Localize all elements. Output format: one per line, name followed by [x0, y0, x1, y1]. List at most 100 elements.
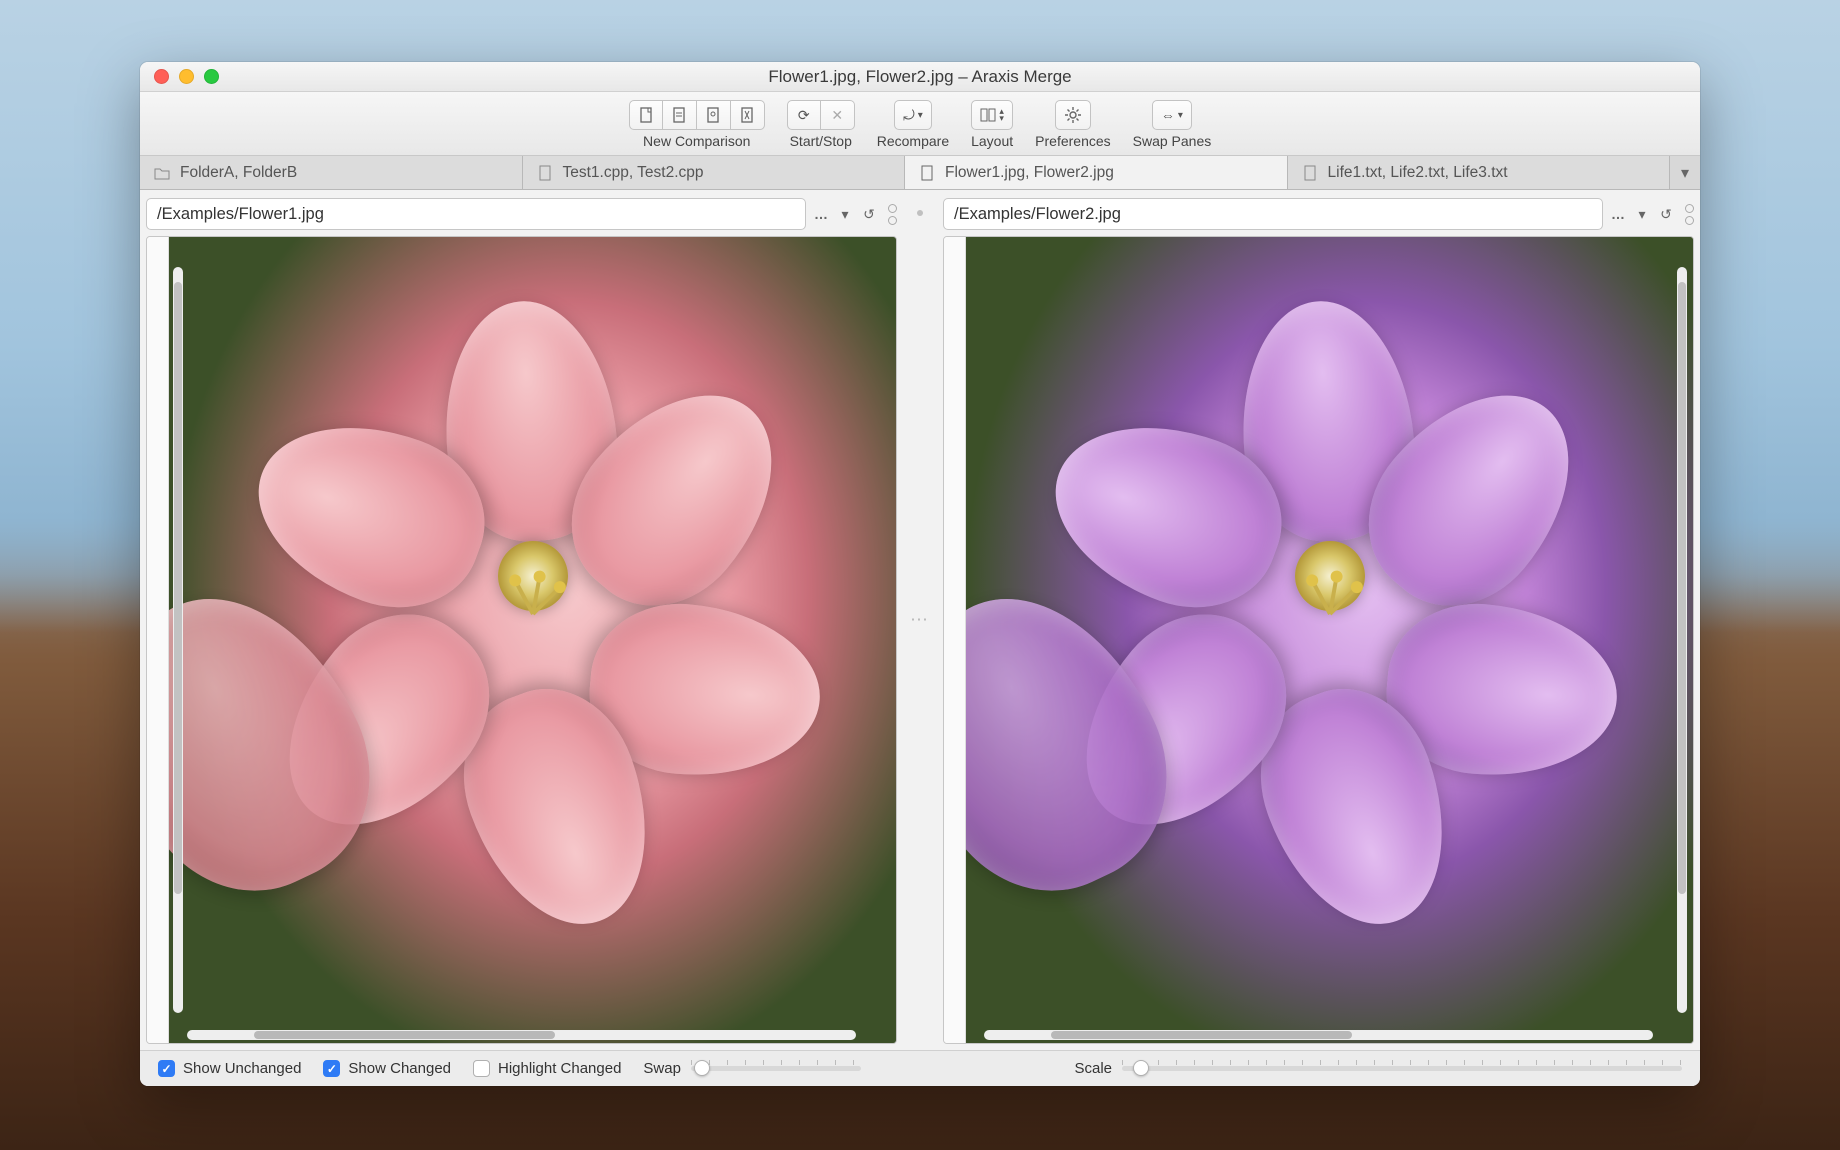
chevron-down-icon: ▾ — [1681, 163, 1689, 183]
swap-panes-button[interactable]: ⇔▾ — [1152, 100, 1192, 130]
swap-icon: ⇔ — [1161, 107, 1175, 123]
scale-slider[interactable] — [1122, 1066, 1682, 1071]
left-path-input[interactable] — [146, 198, 806, 230]
traffic-lights — [154, 69, 219, 84]
vertical-scrollbar[interactable] — [173, 267, 183, 1013]
path-history-button[interactable]: ↺ — [1657, 205, 1675, 223]
toolbar-label: Swap Panes — [1133, 133, 1212, 149]
chevron-down-icon: ▾ — [841, 206, 848, 223]
center-divider: ⋯ — [903, 194, 937, 1050]
left-path-row: … ▾ ↺ — [146, 198, 897, 230]
link-indicator-icon — [917, 210, 923, 216]
show-changed-checkbox[interactable]: Show Changed — [323, 1060, 451, 1077]
toolbar-group-layout: ▴▾ Layout — [971, 100, 1013, 149]
path-dropdown-button[interactable]: ▾ — [1633, 205, 1651, 223]
highlight-changed-checkbox[interactable]: Highlight Changed — [473, 1060, 621, 1077]
new-text-comparison-button[interactable] — [629, 100, 663, 130]
toolbar: New Comparison ⟳ ✕ Start/Stop ⤾▾ Recompa… — [140, 92, 1700, 156]
right-image-viewer[interactable] — [943, 236, 1694, 1044]
new-image-comparison-button[interactable] — [697, 100, 731, 130]
horizontal-scrollbar[interactable] — [984, 1030, 1653, 1040]
tab-cpp[interactable]: Test1.cpp, Test2.cpp — [523, 156, 906, 189]
left-image — [169, 237, 896, 1043]
tab-folders[interactable]: FolderA, FolderB — [140, 156, 523, 189]
slider-label: Swap — [643, 1060, 681, 1077]
stop-button[interactable]: ✕ — [821, 100, 855, 130]
new-binary-comparison-button[interactable] — [731, 100, 765, 130]
path-history-button[interactable]: ↺ — [860, 205, 878, 223]
path-dropdown-button[interactable]: ▾ — [836, 205, 854, 223]
tab-label: Life1.txt, Life2.txt, Life3.txt — [1328, 164, 1508, 182]
history-icon: ↺ — [1660, 206, 1672, 223]
swap-slider[interactable] — [691, 1066, 861, 1071]
divider-grip-icon[interactable]: ⋯ — [910, 610, 930, 631]
vertical-ruler — [944, 237, 966, 1043]
tab-label: Flower1.jpg, Flower2.jpg — [945, 164, 1114, 182]
checkbox-label: Highlight Changed — [498, 1060, 621, 1077]
titlebar: Flower1.jpg, Flower2.jpg – Araxis Merge — [140, 62, 1700, 92]
recompare-icon: ⤾ — [903, 107, 915, 124]
vertical-ruler — [147, 237, 169, 1043]
maximize-button[interactable] — [204, 69, 219, 84]
right-path-row: … ▾ ↺ — [943, 198, 1694, 230]
toolbar-group-preferences: Preferences — [1035, 100, 1110, 149]
toolbar-group-swap-panes: ⇔▾ Swap Panes — [1133, 100, 1212, 149]
slider-label: Scale — [1074, 1060, 1112, 1077]
right-path-input[interactable] — [943, 198, 1603, 230]
bottom-bar: Show Unchanged Show Changed Highlight Ch… — [140, 1050, 1700, 1086]
stop-icon: ✕ — [831, 107, 843, 124]
document-icon — [919, 165, 935, 181]
toolbar-group-recompare: ⤾▾ Recompare — [877, 100, 949, 149]
right-pane: … ▾ ↺ — [937, 194, 1700, 1050]
tab-label: FolderA, FolderB — [180, 164, 297, 182]
window-title: Flower1.jpg, Flower2.jpg – Araxis Merge — [140, 67, 1700, 87]
tab-label: Test1.cpp, Test2.cpp — [563, 164, 704, 182]
toolbar-label: New Comparison — [643, 133, 750, 149]
right-image — [966, 237, 1693, 1043]
recompare-button[interactable]: ⤾▾ — [894, 100, 932, 130]
toolbar-label: Layout — [971, 133, 1013, 149]
checkbox-icon — [158, 1060, 175, 1077]
slider-thumb[interactable] — [694, 1060, 710, 1076]
left-pane: … ▾ ↺ — [140, 194, 903, 1050]
pane-indicator — [1685, 204, 1694, 225]
toolbar-group-start-stop: ⟳ ✕ Start/Stop — [787, 100, 855, 149]
toolbar-group-new-comparison: New Comparison — [629, 100, 765, 149]
pane-indicator — [888, 204, 897, 225]
document-icon — [537, 165, 553, 181]
horizontal-scrollbar[interactable] — [187, 1030, 856, 1040]
tab-overflow-button[interactable]: ▾ — [1670, 156, 1700, 189]
toolbar-label: Recompare — [877, 133, 949, 149]
scale-slider-group: Scale — [1074, 1060, 1682, 1077]
layout-button[interactable]: ▴▾ — [971, 100, 1013, 130]
refresh-icon: ⟳ — [798, 107, 810, 124]
chevron-down-icon: ▾ — [1178, 110, 1183, 121]
layout-icon — [980, 108, 996, 122]
toolbar-label: Start/Stop — [790, 133, 852, 149]
tab-bar: FolderA, FolderB Test1.cpp, Test2.cpp Fl… — [140, 156, 1700, 190]
document-icon — [1302, 165, 1318, 181]
checkbox-icon — [473, 1060, 490, 1077]
history-icon: ↺ — [863, 206, 875, 223]
path-more-button[interactable]: … — [1609, 205, 1627, 223]
more-icon: … — [814, 206, 828, 222]
more-icon: … — [1611, 206, 1625, 222]
start-button[interactable]: ⟳ — [787, 100, 821, 130]
toolbar-label: Preferences — [1035, 133, 1110, 149]
tab-flowers[interactable]: Flower1.jpg, Flower2.jpg — [905, 156, 1288, 189]
minimize-button[interactable] — [179, 69, 194, 84]
tab-life[interactable]: Life1.txt, Life2.txt, Life3.txt — [1288, 156, 1671, 189]
stepper-icon: ▴▾ — [999, 108, 1004, 122]
vertical-scrollbar[interactable] — [1677, 267, 1687, 1013]
checkbox-label: Show Changed — [348, 1060, 451, 1077]
new-folder-comparison-button[interactable] — [663, 100, 697, 130]
left-image-viewer[interactable] — [146, 236, 897, 1044]
swap-slider-group: Swap — [643, 1060, 861, 1077]
gear-icon — [1064, 106, 1082, 124]
path-more-button[interactable]: … — [812, 205, 830, 223]
slider-thumb[interactable] — [1133, 1060, 1149, 1076]
preferences-button[interactable] — [1055, 100, 1091, 130]
close-button[interactable] — [154, 69, 169, 84]
show-unchanged-checkbox[interactable]: Show Unchanged — [158, 1060, 301, 1077]
folder-icon — [154, 165, 170, 181]
